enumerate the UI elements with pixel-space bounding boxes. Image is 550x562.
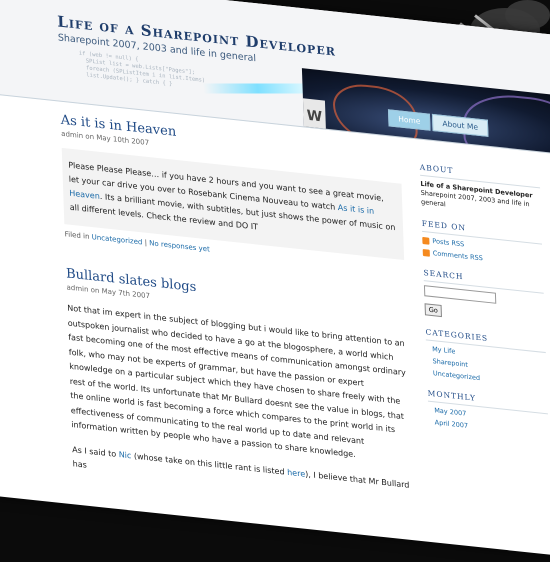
here-link[interactable]: here	[287, 467, 305, 478]
post-paragraph: Not that im expert in the subject of blo…	[67, 303, 406, 460]
posts-rss-label: Posts RSS	[432, 237, 465, 249]
post-text: As I said to	[72, 444, 119, 459]
search-go-button[interactable]: Go	[424, 303, 442, 318]
responses-link[interactable]: No responses yet	[149, 239, 210, 253]
cloud-doodle	[505, 0, 550, 30]
post: As it is in Heaven admin on May 10th 200…	[60, 113, 405, 274]
rss-icon	[422, 248, 430, 257]
nic-link[interactable]: Nic	[119, 450, 132, 460]
post-text: (whose take on this little rant is liste…	[131, 450, 288, 477]
main-content: As it is in Heaven admin on May 10th 200…	[60, 101, 413, 508]
category-link[interactable]: Uncategorized	[92, 233, 143, 246]
rss-icon	[422, 236, 430, 245]
filed-label: Filed in	[64, 230, 90, 241]
search-input[interactable]	[423, 285, 497, 304]
separator: |	[144, 238, 148, 247]
post: Bullard slates blogs admin on May 7th 20…	[66, 266, 413, 507]
sidebar: About Life of a Sharepoint Developer Sha…	[419, 162, 549, 439]
light-beam	[202, 83, 313, 94]
comments-rss-label: Comments RSS	[432, 249, 483, 263]
blog-page: Life of a Sharepoint Developer Sharepoin…	[0, 0, 550, 562]
